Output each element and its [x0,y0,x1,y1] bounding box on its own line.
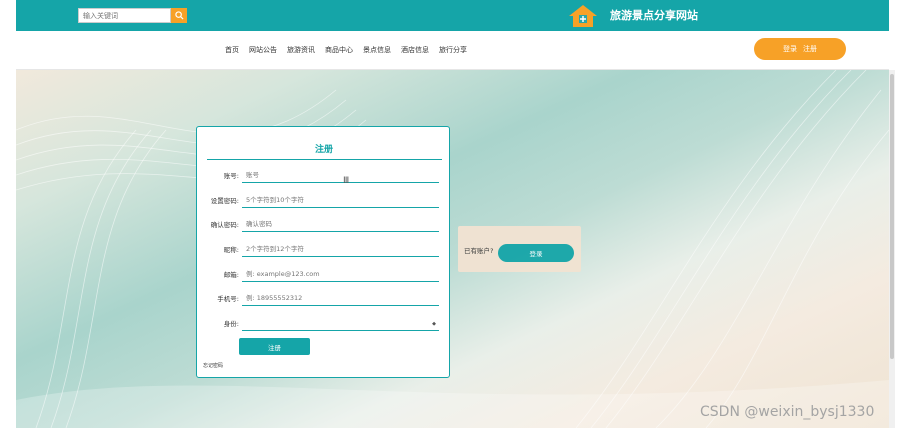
email-input[interactable] [242,266,439,282]
nav-item-announcements[interactable]: 网站公告 [249,45,277,55]
watermark: CSDN @weixin_bysj1330 [700,404,875,420]
nickname-input[interactable] [242,241,439,257]
nav-item-attractions[interactable]: 景点信息 [363,45,391,55]
search-button[interactable] [171,8,187,23]
account-row: 账号: [197,167,451,187]
phone-input[interactable] [242,290,439,306]
phone-row: 手机号: [197,290,451,310]
have-account-text: 已有账户? [464,247,494,255]
confirm-password-label: 确认密码: [210,221,239,229]
main-nav: 首页 网站公告 旅游资讯 商品中心 景点信息 酒店信息 旅行分享 [225,45,477,55]
nav-item-travel-news[interactable]: 旅游资讯 [287,45,315,55]
forgot-password-link[interactable]: 忘记密码 [203,362,223,369]
role-select[interactable] [242,315,439,331]
account-label: 账号: [223,172,239,180]
chevron-down-icon: ◆ [432,321,436,327]
nav-item-products[interactable]: 商品中心 [325,45,353,55]
role-label: 身份: [223,320,239,328]
password-row: 设置密码: [197,192,451,212]
nickname-row: 昵称: [197,241,451,261]
nav-bar: 首页 网站公告 旅游资讯 商品中心 景点信息 酒店信息 旅行分享 登录 注册 [16,31,889,70]
text-cursor-icon: Ⅲ [343,176,350,186]
login-button[interactable]: 登录 [498,244,574,262]
site-title: 旅游景点分享网站 [610,9,698,22]
title-divider [207,159,442,160]
email-label: 邮箱: [223,271,239,279]
role-row: 身份: ◆ [197,315,451,335]
register-form: 注册 账号: 设置密码: 确认密码: 昵称: 邮箱: 手机号: 身份: [196,126,450,378]
register-submit-button[interactable]: 注册 [239,338,310,355]
page-scrollbar[interactable] [889,70,895,428]
confirm-password-row: 确认密码: [197,216,451,236]
page: 旅游景点分享网站 首页 网站公告 旅游资讯 商品中心 景点信息 酒店信息 旅行分… [0,0,901,430]
nickname-label: 昵称: [223,246,239,254]
nav-item-home[interactable]: 首页 [225,45,239,55]
scrollbar-thumb[interactable] [890,74,894,359]
confirm-password-input[interactable] [242,216,439,232]
nav-item-hotels[interactable]: 酒店信息 [401,45,429,55]
password-label: 设置密码: [210,197,239,205]
login-link[interactable]: 登录 [783,44,797,54]
hero-background [16,70,889,428]
search-box [78,8,187,23]
email-row: 邮箱: [197,266,451,286]
wave-lines-decoration [16,70,889,428]
login-prompt: 已有账户? 登录 [458,226,581,272]
auth-button: 登录 注册 [754,38,846,60]
nav-item-travel-sharing[interactable]: 旅行分享 [439,45,467,55]
top-bar: 旅游景点分享网站 [16,0,889,31]
register-link[interactable]: 注册 [803,44,817,54]
phone-label: 手机号: [217,295,239,303]
password-input[interactable] [242,192,439,208]
home-logo-icon [569,5,597,27]
account-input[interactable] [242,167,439,183]
search-input[interactable] [78,8,171,23]
register-title: 注册 [314,145,333,155]
search-icon [174,11,184,20]
